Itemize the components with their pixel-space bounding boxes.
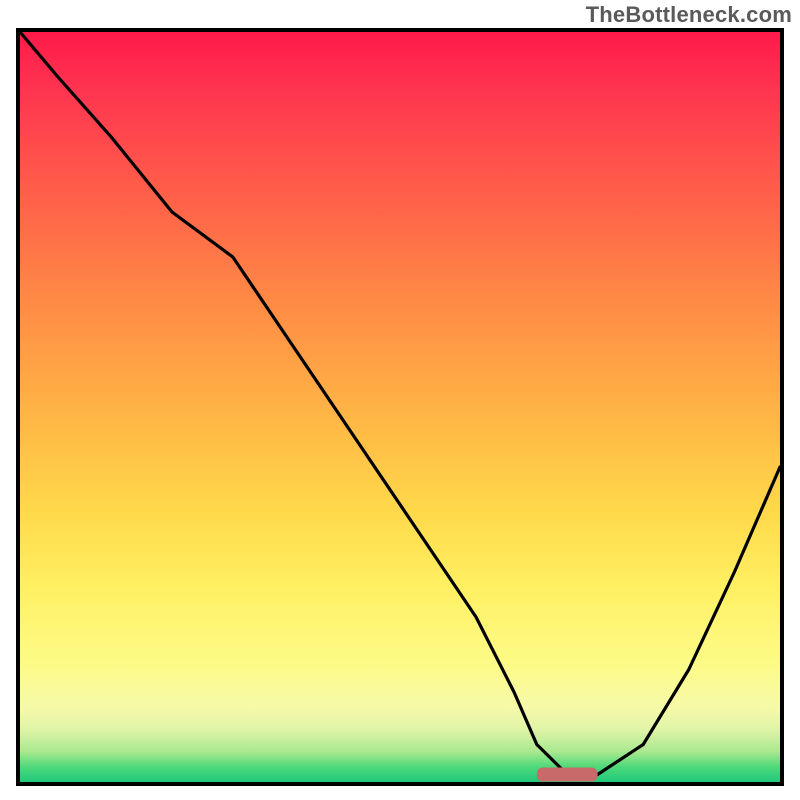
plot-area	[20, 32, 780, 782]
chart-overlay-svg	[20, 32, 780, 782]
chart-container: TheBottleneck.com	[0, 0, 800, 800]
plot-frame	[16, 28, 784, 786]
watermark-text: TheBottleneck.com	[586, 2, 792, 28]
bottleneck-curve-line	[20, 32, 780, 775]
optimal-range-marker	[537, 768, 598, 782]
